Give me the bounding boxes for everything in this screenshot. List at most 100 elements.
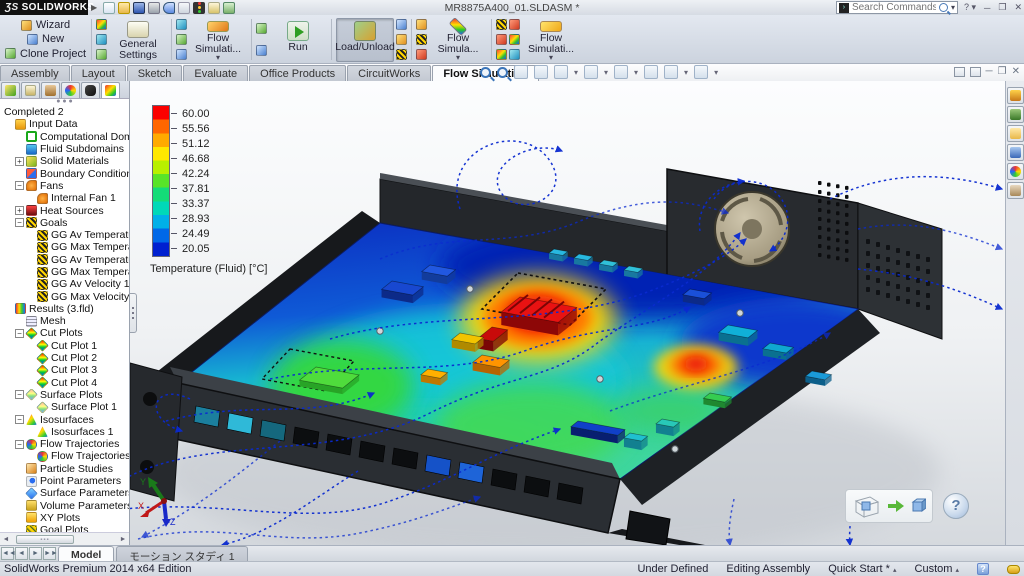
zoom-to-fit-icon[interactable] [480,67,491,78]
tree-item[interactable]: Input Data [2,118,129,130]
next-sheet-button[interactable]: ► [29,547,42,560]
command-tab-circuitworks[interactable]: CircuitWorks [347,65,431,81]
surface-plot-icon[interactable] [416,34,427,45]
first-sheet-button[interactable]: ◄◄ [1,547,14,560]
task-pane-button-0[interactable] [1007,87,1024,104]
goal-plot-icon[interactable] [496,34,507,45]
minimize-button[interactable]: ─ [982,3,992,13]
search-icon[interactable] [939,3,948,12]
tree-item[interactable]: Cut Plot 1 [2,340,129,352]
tree-item[interactable]: Surface Parameters [2,487,129,499]
scroll-thumb[interactable]: ▪▪▪ [16,535,74,544]
tree-item[interactable]: Cut Plot 4 [2,377,129,389]
sheet-tab-1[interactable]: モーション スタディ 1 [116,546,247,561]
task-pane-button-1[interactable] [1007,106,1024,123]
restore-button[interactable]: ❐ [996,2,1008,13]
apply-scene-icon[interactable] [664,65,678,79]
hide-show-items-icon[interactable] [614,65,628,79]
help-button[interactable]: ? ▾ [962,2,978,13]
section-view-icon[interactable] [534,65,548,79]
tree-item[interactable]: Results (3.fld) [2,303,129,315]
panel-flyout-handle[interactable] [130,293,137,333]
search-commands-box[interactable]: › ▾ [836,1,958,14]
feature-manager-tab-4[interactable] [81,82,100,98]
sheet-tab-0[interactable]: Model [58,546,114,561]
toolbar-preset-selector[interactable]: Custom ▴ [915,563,959,575]
tree-item[interactable]: GG Av Temperature (Fl [2,229,129,241]
dropdown-caret[interactable]: ▾ [604,68,608,77]
feature-manager-tab-0[interactable] [1,82,20,98]
tree-item[interactable]: GG Max Temperature ( [2,241,129,253]
tree-item[interactable]: Point Parameters [2,475,129,487]
tree-item[interactable]: GG Av Temperature (So [2,254,129,266]
feature-manager-tab-5[interactable] [101,82,120,98]
feature-manager-tab-2[interactable] [41,82,60,98]
scroll-left-arrow[interactable]: ◄ [0,536,12,543]
dropdown-caret[interactable]: ▾ [684,68,688,77]
command-tab-evaluate[interactable]: Evaluate [183,65,248,81]
probe-icon[interactable] [396,19,407,30]
tree-item[interactable]: −Surface Plots [2,389,129,401]
display-parameters-icon[interactable] [396,34,407,45]
tree-item[interactable]: Cut Plot 3 [2,364,129,376]
task-pane-button-5[interactable] [1007,182,1024,199]
tree-item[interactable]: −Fans [2,180,129,192]
general-settings-button[interactable]: General Settings [109,18,167,62]
command-tab-sketch[interactable]: Sketch [127,65,183,81]
tree-item[interactable]: Computational Domain [2,131,129,143]
tree-root-item[interactable]: Completed 2 [2,106,129,118]
tree-item[interactable]: Cut Plot 2 [2,352,129,364]
minimize-icon[interactable]: ─ [986,66,993,77]
command-tab-assembly[interactable]: Assembly [0,65,70,81]
computational-domain-icon[interactable] [176,19,187,30]
new-window-icon[interactable] [954,67,965,77]
tree-item[interactable]: Internal Fan 1 [2,192,129,204]
scroll-right-arrow[interactable]: ► [117,536,129,543]
task-pane-button-2[interactable] [1007,125,1024,142]
tree-item[interactable]: Surface Plot 1 [2,401,129,413]
prev-sheet-button[interactable]: ◄ [15,547,28,560]
edit-appearance-icon[interactable] [644,65,658,79]
tree-expander[interactable]: − [15,329,24,338]
flow-simulation-conditions-button[interactable]: Flow Simulati...▾ [189,18,247,62]
restore-icon[interactable]: ❐ [998,66,1007,77]
tree-expander[interactable]: − [15,390,24,399]
feature-manager-tab-1[interactable] [21,82,40,98]
mesh-display-icon[interactable] [509,49,520,60]
tree-expander[interactable]: − [15,440,24,449]
geometry-check-icon[interactable] [96,19,107,30]
3d-model-view[interactable] [130,81,1004,545]
new-project-button[interactable]: New [24,33,67,45]
tree-item[interactable]: XY Plots [2,512,129,524]
task-pane-button-4[interactable] [1007,163,1024,180]
display-style-icon[interactable] [584,65,598,79]
search-input[interactable] [852,2,936,13]
xy-plot-icon[interactable] [496,19,507,30]
tree-item[interactable]: −Cut Plots [2,327,129,339]
component-control-icon[interactable] [96,34,107,45]
tree-item[interactable]: GG Max Velocity 1 [2,290,129,302]
tree-item[interactable]: Boundary Conditions [2,167,129,179]
wizard-button[interactable]: Wizard [18,19,73,31]
tree-item[interactable]: −Goals [2,217,129,229]
tree-expander[interactable]: + [15,157,24,166]
cut-plot-icon[interactable] [416,19,427,30]
clone-project-button[interactable]: Clone Project [2,48,89,60]
flow-simulation-display-button[interactable]: Flow Simulati...▾ [522,18,580,62]
graphics-area[interactable]: 60.0055.5651.1246.6842.2437.8133.3728.93… [130,81,1005,545]
cascade-icon[interactable] [970,67,981,77]
view-orientation-icon[interactable] [554,65,568,79]
report-icon[interactable] [496,49,507,60]
tree-item[interactable]: Isosurfaces 1 [2,426,129,438]
dropdown-caret[interactable]: ▾ [634,68,638,77]
capture-image-icon[interactable] [396,49,407,60]
load-results-hint[interactable] [845,489,933,523]
tree-expander[interactable]: − [15,181,24,190]
view-settings-icon[interactable] [694,65,708,79]
tree-item[interactable]: +Solid Materials [2,155,129,167]
tree-item[interactable]: −Isosurfaces [2,413,129,425]
zoom-to-area-icon[interactable] [497,67,508,78]
tree-expander[interactable]: − [15,218,24,227]
tree-item[interactable]: GG Av Velocity 1 [2,278,129,290]
flow-simulation-results-button[interactable]: Flow Simula...▾ [429,18,487,62]
